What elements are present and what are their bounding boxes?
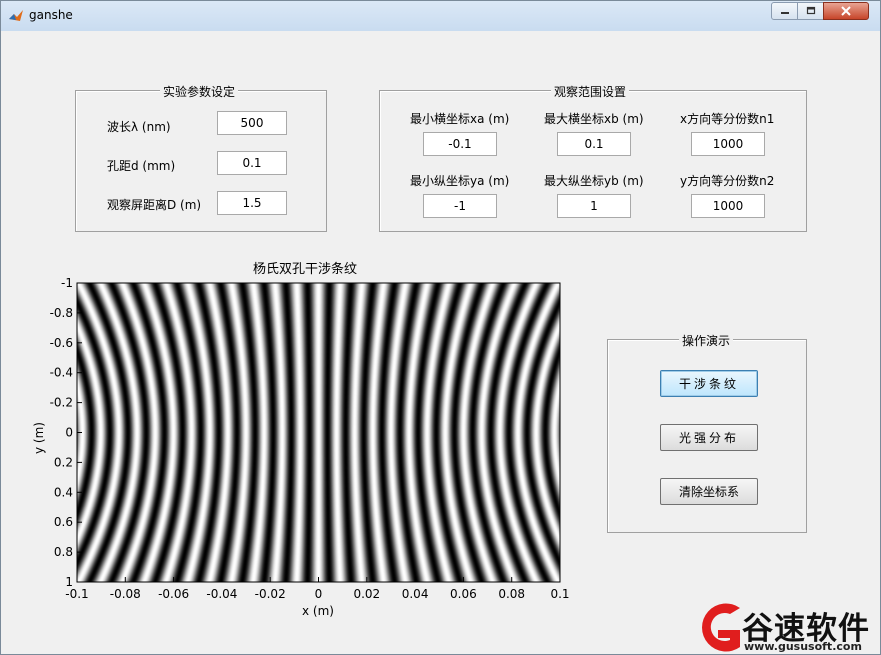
n2-label: y方向等分份数n2 bbox=[680, 174, 775, 188]
y-tick-label: -0.8 bbox=[50, 306, 73, 320]
xa-input[interactable]: -0.1 bbox=[423, 132, 497, 156]
xb-label: 最大横坐标xb (m) bbox=[544, 112, 644, 126]
x-tick-label: 0.08 bbox=[498, 587, 525, 601]
x-tick-label: -0.04 bbox=[206, 587, 237, 601]
yb-input[interactable]: 1 bbox=[557, 194, 631, 218]
minimize-button[interactable] bbox=[771, 2, 798, 20]
x-tick-label: 0.06 bbox=[450, 587, 477, 601]
x-tick-label: 0.1 bbox=[550, 587, 569, 601]
n1-input[interactable]: 1000 bbox=[691, 132, 765, 156]
params-panel-title: 实验参数设定 bbox=[160, 83, 239, 100]
x-tick-label: 0.04 bbox=[402, 587, 429, 601]
yb-label: 最大纵坐标yb (m) bbox=[544, 174, 644, 188]
title-bar[interactable]: ganshe bbox=[1, 1, 880, 31]
ops-panel-title: 操作演示 bbox=[679, 332, 734, 349]
y-tick-label: 0.8 bbox=[54, 545, 73, 559]
screen-distance-label: 观察屏距离D (m) bbox=[107, 198, 202, 212]
watermark-url: www.gususoft.com bbox=[744, 640, 862, 653]
y-axis-label: y (m) bbox=[31, 422, 46, 454]
y-tick-label: 0.6 bbox=[54, 515, 73, 529]
interference-fringes-button[interactable]: 干涉条纹 bbox=[660, 370, 758, 397]
x-tick-label: 0.02 bbox=[353, 587, 380, 601]
wavelength-label: 波长λ (nm) bbox=[107, 120, 171, 134]
y-tick-label: -0.2 bbox=[50, 396, 73, 410]
y-tick-label: -0.4 bbox=[50, 366, 73, 380]
hole-distance-input[interactable]: 0.1 bbox=[217, 151, 287, 175]
y-tick-label: 0.4 bbox=[54, 485, 73, 499]
xb-input[interactable]: 0.1 bbox=[557, 132, 631, 156]
ya-label: 最小纵坐标ya (m) bbox=[410, 174, 510, 188]
params-panel: 实验参数设定 波长λ (nm) 500 孔距d (mm) 0.1 观察屏距离D … bbox=[75, 83, 327, 232]
interference-plot: -0.1 -0.08 -0.06 -0.04 -0.02 0 0.02 0.04 0.06 0.0… bbox=[50, 276, 570, 601]
window-title: ganshe bbox=[29, 8, 73, 22]
range-panel-title: 观察范围设置 bbox=[551, 83, 630, 100]
x-tick-label: -0.08 bbox=[110, 587, 141, 601]
maximize-icon bbox=[806, 6, 815, 15]
x-tick-label: 0 bbox=[315, 587, 323, 601]
wavelength-input[interactable]: 500 bbox=[217, 111, 287, 135]
fringe-image bbox=[77, 283, 560, 582]
ya-input[interactable]: -1 bbox=[423, 194, 497, 218]
xa-label: 最小横坐标xa (m) bbox=[410, 112, 510, 126]
range-panel: 观察范围设置 最小横坐标xa (m) -0.1 最大横坐标xb (m) 0.1 … bbox=[379, 83, 807, 232]
clear-axes-button[interactable]: 清除坐标系 bbox=[660, 478, 758, 505]
ops-panel: 操作演示 干涉条纹 光强分布 清除坐标系 bbox=[607, 332, 807, 533]
x-tick-label: -0.1 bbox=[65, 587, 88, 601]
y-tick-label: 0.2 bbox=[54, 455, 73, 469]
y-tick-label: -1 bbox=[61, 276, 73, 290]
maximize-button[interactable] bbox=[797, 2, 824, 20]
x-tick-label: -0.02 bbox=[255, 587, 286, 601]
intensity-distribution-button[interactable]: 光强分布 bbox=[660, 424, 758, 451]
y-tick-label: 0 bbox=[65, 426, 73, 440]
y-tick-label: -0.6 bbox=[50, 336, 73, 350]
main-window: ganshe 实验参数设定 波长λ (nm) 500 孔距d (mm) 0.1 … bbox=[0, 0, 881, 655]
screen-distance-input[interactable]: 1.5 bbox=[217, 191, 287, 215]
close-button[interactable] bbox=[823, 2, 869, 20]
minimize-icon bbox=[780, 12, 789, 14]
y-tick-label: 1 bbox=[65, 575, 73, 589]
x-axis-label: x (m) bbox=[302, 604, 334, 618]
hole-distance-label: 孔距d (mm) bbox=[107, 159, 176, 173]
close-icon bbox=[841, 6, 851, 16]
n2-input[interactable]: 1000 bbox=[691, 194, 765, 218]
n1-label: x方向等分份数n1 bbox=[680, 112, 775, 126]
matlab-icon bbox=[9, 10, 23, 21]
x-tick-label: -0.06 bbox=[158, 587, 189, 601]
